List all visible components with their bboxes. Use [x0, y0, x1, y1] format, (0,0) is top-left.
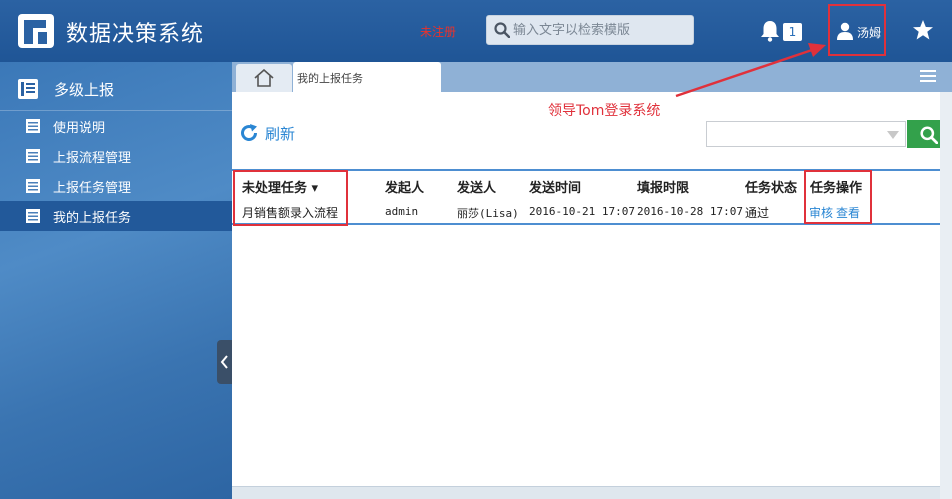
highlight-actions-box: [804, 170, 872, 224]
column-header-initiator: 发起人: [385, 181, 425, 196]
report-book-icon: [18, 79, 38, 99]
sidebar-item-label: 使用说明: [53, 121, 106, 136]
favorite-star-icon[interactable]: [912, 19, 934, 41]
column-header-deadline: 填报时限: [637, 181, 690, 196]
search-icon: [920, 126, 938, 144]
chevron-left-icon: [220, 355, 228, 369]
horizontal-scrollbar[interactable]: [232, 486, 940, 499]
user-name: 汤姆: [857, 26, 882, 40]
app-logo-icon: [18, 14, 54, 48]
refresh-icon: [241, 124, 257, 141]
document-icon: [26, 149, 40, 163]
annotation-text: 领导Tom登录系统: [548, 103, 661, 119]
document-icon: [26, 179, 40, 193]
home-icon: [254, 69, 274, 87]
cell-initiator: admin: [385, 205, 419, 218]
column-header-status: 任务状态: [745, 181, 798, 196]
sidebar-item-label: 上报流程管理: [53, 151, 132, 166]
column-header-send-time: 发送时间: [529, 181, 582, 196]
main-content: 我的上报任务 刷新 未处理任务 ▾ 发起人 发送人 发送时间 填报时限 任务状态…: [232, 62, 952, 499]
hamburger-menu-icon[interactable]: [920, 70, 936, 82]
sidebar-item-usage-guide[interactable]: 使用说明: [0, 111, 232, 141]
document-icon: [26, 119, 40, 133]
cell-send-time: 2016-10-21 17:07: [529, 205, 635, 218]
bell-icon[interactable]: [760, 20, 780, 42]
user-menu-button[interactable]: 汤姆: [828, 4, 886, 56]
sidebar-section-title: 多级上报: [54, 81, 115, 99]
sidebar-item-label: 我的上报任务: [53, 211, 132, 226]
cell-sender: 丽莎(Lisa): [457, 207, 519, 220]
sidebar-item-my-tasks[interactable]: 我的上报任务: [0, 201, 232, 231]
user-icon: [837, 22, 853, 40]
sidebar-collapse-handle[interactable]: [217, 340, 232, 384]
column-header-sender: 发送人: [457, 181, 497, 196]
template-search-box[interactable]: [486, 15, 694, 45]
template-search-input[interactable]: [513, 20, 689, 40]
document-icon: [26, 209, 40, 223]
refresh-label: 刷新: [265, 125, 296, 143]
cell-deadline: 2016-10-28 17:07: [637, 205, 743, 218]
top-header: 数据决策系统 未注册 1 汤姆: [0, 0, 952, 62]
notification-badge: 1: [783, 23, 802, 41]
unregistered-link[interactable]: 未注册: [420, 23, 456, 40]
cell-status: 通过: [745, 206, 770, 220]
search-icon: [494, 22, 510, 38]
sidebar-item-task-management[interactable]: 上报任务管理: [0, 171, 232, 201]
tab-bar: 我的上报任务: [232, 62, 952, 92]
highlight-task-box: [233, 170, 348, 226]
app-title: 数据决策系统: [66, 22, 205, 47]
tab-label: 我的上报任务: [297, 72, 363, 85]
vertical-scrollbar[interactable]: [940, 92, 952, 499]
dropdown-caret-icon: [887, 131, 899, 139]
sidebar: 多级上报 使用说明 上报流程管理 上报任务管理 我的上报任务: [0, 62, 232, 499]
sidebar-item-process-management[interactable]: 上报流程管理: [0, 141, 232, 171]
sidebar-item-label: 上报任务管理: [53, 181, 132, 196]
filter-select[interactable]: [706, 121, 906, 147]
sidebar-section-header[interactable]: 多级上报: [0, 68, 232, 108]
tab-home[interactable]: [236, 64, 292, 92]
tab-my-tasks[interactable]: 我的上报任务: [293, 62, 441, 92]
